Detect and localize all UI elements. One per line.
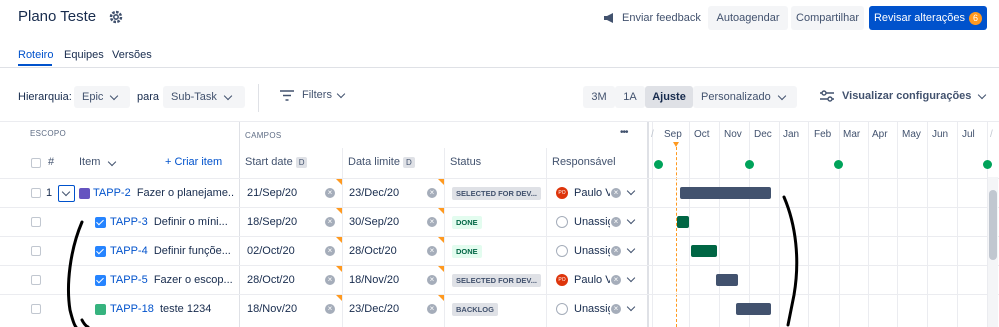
handwritten-annotation — [67, 195, 799, 327]
